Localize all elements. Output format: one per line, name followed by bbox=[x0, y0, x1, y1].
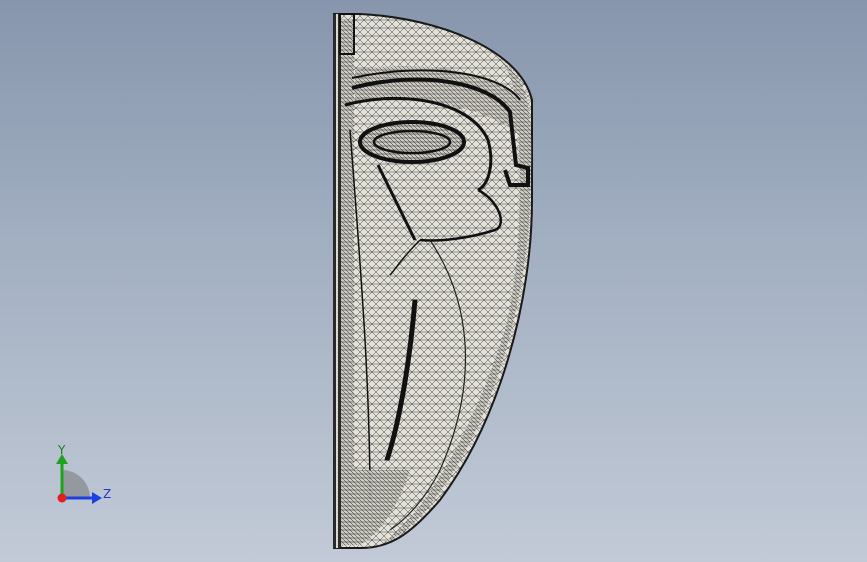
z-axis-label: Z bbox=[103, 487, 112, 501]
triad-xz-quadrant bbox=[62, 470, 90, 498]
z-axis-arrow-icon bbox=[92, 492, 102, 504]
graphics-viewport[interactable]: Y Z bbox=[0, 0, 867, 562]
axis-triad bbox=[56, 454, 102, 504]
left-strip bbox=[340, 20, 354, 545]
y-axis-label: Y bbox=[58, 443, 66, 457]
x-axis-dot-icon bbox=[57, 493, 67, 503]
eye-opening bbox=[358, 120, 466, 164]
mesh-model[interactable] bbox=[0, 0, 867, 562]
